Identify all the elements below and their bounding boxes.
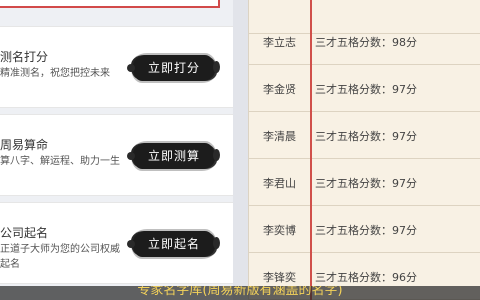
name-label: 李金贤 <box>263 82 296 96</box>
bottom-caption: 专家名字库(周易新版有涵盖的名字) <box>0 286 480 300</box>
list-item[interactable]: 李君山 三才五格分数：97分 <box>249 159 480 206</box>
service-description: 起名 <box>0 259 20 270</box>
list-item[interactable]: 李金贤 三才五格分数：97分 <box>249 65 480 112</box>
score-label: 三才五格分数：97分 <box>315 223 417 237</box>
list-item[interactable]: 李奕博 三才五格分数：97分 <box>249 206 480 253</box>
service-title: 测名打分 <box>0 50 49 64</box>
name-label: 李立志 <box>263 35 296 49</box>
score-label: 三才五格分数：96分 <box>315 270 417 284</box>
service-description: 正道子大师为您的公司权威 <box>0 244 120 255</box>
score-now-button[interactable]: 立即打分 <box>127 55 220 81</box>
column-divider <box>233 0 248 300</box>
name-label: 李锋奕 <box>263 270 296 284</box>
service-card-name-score: 测名打分 精准测名，祝您把控未来 立即打分 <box>0 26 233 108</box>
service-title: 周易算命 <box>0 138 49 152</box>
calculate-now-button[interactable]: 立即测算 <box>127 143 220 169</box>
list-item[interactable]: 李清晨 三才五格分数：97分 <box>249 112 480 159</box>
top-card-border <box>0 0 220 8</box>
name-label: 李奕博 <box>263 223 296 237</box>
score-label: 三才五格分数：97分 <box>315 129 417 143</box>
name-now-button[interactable]: 立即起名 <box>127 231 220 257</box>
service-title: 公司起名 <box>0 226 49 240</box>
score-label: 三才五格分数：97分 <box>315 176 417 190</box>
services-panel: 测名打分 精准测名，祝您把控未来 立即打分 周易算命 算八字、解运程、助力一生 … <box>0 0 233 300</box>
service-description: 算八字、解运程、助力一生 <box>0 156 120 167</box>
score-label: 三才五格分数：98分 <box>315 35 417 49</box>
margin-line <box>310 0 312 300</box>
service-card-fortune: 周易算命 算八字、解运程、助力一生 立即测算 <box>0 114 233 196</box>
caption-text: 专家名字库(周易新版有涵盖的名字) <box>137 286 343 298</box>
service-description: 精准测名，祝您把控未来 <box>0 68 110 79</box>
name-label: 李清晨 <box>263 129 296 143</box>
name-label: 李君山 <box>263 176 296 190</box>
score-label: 三才五格分数：97分 <box>315 82 417 96</box>
service-card-company-naming: 公司起名 正道子大师为您的公司权威 起名 立即起名 <box>0 202 233 284</box>
list-item[interactable]: 李立志 三才五格分数：98分 <box>249 18 480 65</box>
name-list-panel: 李立志 三才五格分数：98分 李金贤 三才五格分数：97分 李清晨 三才五格分数… <box>248 0 480 300</box>
